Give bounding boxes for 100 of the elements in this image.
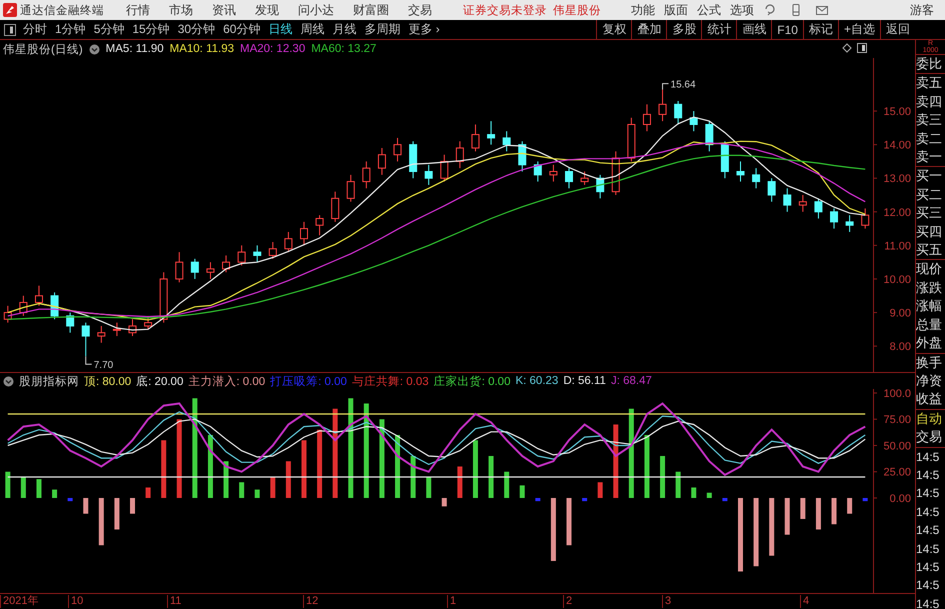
candlestick bbox=[331, 191, 340, 222]
bar bbox=[535, 498, 540, 502]
toolbar-button[interactable]: 多股 bbox=[666, 20, 702, 39]
app-title: 通达信金融终端 bbox=[20, 4, 104, 18]
period-tab[interactable]: 5分钟 bbox=[90, 21, 128, 38]
candlestick bbox=[549, 164, 558, 182]
menu-item[interactable]: 资讯 bbox=[212, 2, 236, 18]
refresh-icon[interactable] bbox=[763, 3, 777, 17]
trade-label[interactable]: 交易 bbox=[916, 428, 945, 447]
candlestick bbox=[487, 120, 496, 146]
bar bbox=[20, 476, 26, 498]
toolbar-button[interactable]: 画线 bbox=[736, 20, 772, 39]
menu-item[interactable]: 公式 bbox=[697, 2, 721, 18]
toolbar-button[interactable]: 叠加 bbox=[631, 20, 666, 39]
menu-item[interactable]: 发现 bbox=[255, 2, 279, 18]
toolbar-button[interactable]: 返回 bbox=[880, 20, 915, 39]
bar bbox=[224, 461, 229, 498]
bar bbox=[582, 498, 588, 502]
high-price-label: 15.64 bbox=[670, 80, 696, 91]
period-tab[interactable]: 15分钟 bbox=[128, 21, 174, 38]
menu-item[interactable]: 版面 bbox=[664, 2, 688, 18]
menu-item[interactable]: 交易 bbox=[408, 2, 432, 18]
login-notice[interactable]: 证券交易未登录 bbox=[463, 2, 547, 18]
bar bbox=[364, 403, 369, 498]
candlestick bbox=[253, 244, 262, 263]
candlestick bbox=[705, 120, 714, 152]
candlestick bbox=[471, 124, 480, 152]
logo-icon bbox=[3, 3, 17, 17]
menu-item[interactable]: 功能 bbox=[631, 2, 655, 18]
bar bbox=[722, 498, 728, 502]
period-tab[interactable]: 60分钟 bbox=[219, 21, 264, 38]
candlestick bbox=[19, 295, 28, 316]
bar bbox=[816, 498, 821, 530]
panel-toggle-icon[interactable] bbox=[4, 24, 16, 36]
indicator-value: 顶: 80.00 bbox=[84, 374, 132, 388]
toolbar-button[interactable]: 标记 bbox=[802, 20, 838, 39]
axis-label: 0.00 bbox=[890, 492, 911, 505]
axis-label: 13.00 bbox=[883, 173, 911, 186]
bar bbox=[691, 487, 696, 498]
quote-label: 委比 bbox=[916, 55, 943, 73]
toolbar-button[interactable]: 复权 bbox=[596, 20, 632, 39]
period-tab[interactable]: 月线 bbox=[328, 21, 360, 38]
toolbar-button[interactable]: 统计 bbox=[701, 20, 736, 39]
quote-label: 涨跌 bbox=[916, 278, 943, 297]
quote-label: 涨幅 bbox=[916, 297, 943, 316]
period-tab[interactable]: 周线 bbox=[296, 21, 328, 38]
period-tab[interactable]: 更多 › bbox=[404, 21, 444, 38]
toolbar-button[interactable]: +自选 bbox=[838, 20, 880, 39]
trade-label[interactable]: 自动 bbox=[916, 410, 945, 428]
menu-item[interactable]: 财富圈 bbox=[353, 2, 389, 18]
indicator-value: K: 60.23 bbox=[515, 375, 558, 387]
bar bbox=[52, 490, 58, 498]
menu-item[interactable]: 市场 bbox=[169, 2, 193, 18]
bar bbox=[68, 498, 73, 502]
quote-label: 卖三 bbox=[916, 111, 943, 130]
tick-time: 14:5 bbox=[916, 522, 940, 540]
bar bbox=[348, 398, 354, 498]
candlestick bbox=[846, 214, 854, 232]
candlestick bbox=[284, 231, 292, 253]
period-tab[interactable]: 多周期 bbox=[360, 21, 404, 38]
period-tab[interactable]: 日线 bbox=[264, 21, 296, 38]
bar bbox=[862, 498, 868, 502]
panel-toggle-icon[interactable] bbox=[857, 43, 867, 53]
ma-value: MA5: 11.90 bbox=[106, 43, 164, 55]
candlestick bbox=[128, 318, 136, 337]
menu-item[interactable]: 行情 bbox=[126, 2, 150, 18]
chart-title: 伟星股份(日线) bbox=[3, 42, 83, 56]
user-label[interactable]: 游客 bbox=[910, 2, 934, 18]
bar bbox=[317, 430, 322, 498]
bar bbox=[114, 498, 120, 530]
candlestick bbox=[534, 160, 542, 182]
menu-item[interactable]: 问小达 bbox=[298, 2, 334, 18]
quote-label: 买三 bbox=[916, 204, 943, 222]
period-tab[interactable]: 分时 bbox=[19, 21, 51, 38]
tick-time: 14:5 bbox=[916, 448, 940, 466]
bar bbox=[488, 456, 494, 498]
bar bbox=[5, 472, 10, 498]
candlestick bbox=[627, 117, 636, 162]
diamond-icon[interactable] bbox=[842, 43, 852, 53]
period-tab[interactable]: 1分钟 bbox=[51, 21, 90, 38]
dropdown-icon[interactable] bbox=[3, 376, 14, 386]
bar bbox=[738, 498, 743, 572]
bar bbox=[130, 498, 136, 514]
period-tab[interactable]: 30分钟 bbox=[174, 21, 220, 38]
leader-line bbox=[85, 356, 92, 365]
quote-label: 买二 bbox=[916, 186, 943, 204]
bar bbox=[504, 472, 510, 498]
candlestick bbox=[175, 252, 184, 283]
toolbar-button[interactable]: F10 bbox=[771, 20, 803, 39]
bar bbox=[660, 456, 666, 498]
mail-icon[interactable] bbox=[815, 3, 829, 17]
bar bbox=[270, 476, 276, 498]
candlestick bbox=[642, 104, 651, 132]
axis-label: 25.00 bbox=[883, 466, 911, 479]
date-label: 3 bbox=[662, 595, 672, 608]
bar bbox=[239, 482, 244, 498]
dropdown-icon[interactable] bbox=[88, 44, 100, 54]
menu-item[interactable]: 选项 bbox=[730, 2, 754, 18]
bar bbox=[176, 419, 182, 498]
candlestick bbox=[674, 100, 682, 125]
